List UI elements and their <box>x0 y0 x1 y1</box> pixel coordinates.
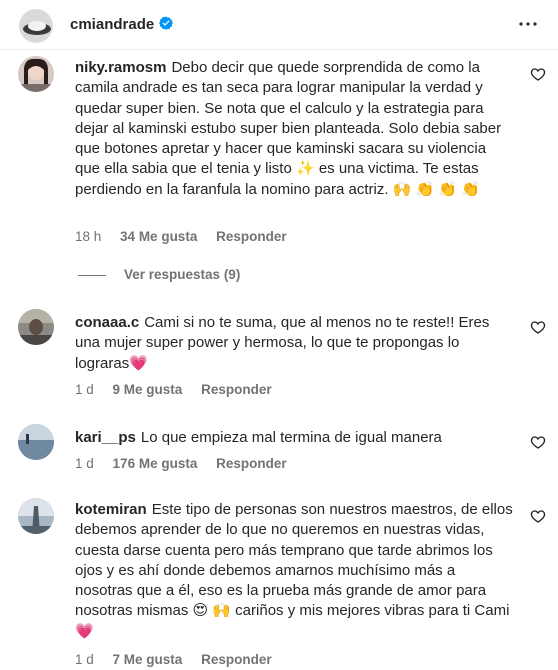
comment-body: Este tipo de personas son nuestros maest… <box>75 501 513 640</box>
comment-time: 18 h <box>75 229 102 244</box>
reply-button[interactable]: Responder <box>201 382 272 397</box>
comment-body: Debo decir que quede sorprendida de como… <box>75 59 502 198</box>
replies-divider <box>78 275 106 276</box>
comment-username[interactable]: kari__ps <box>75 429 136 446</box>
comment-likes[interactable]: 9 Me gusta <box>113 382 183 397</box>
commenter-avatar[interactable] <box>18 309 54 345</box>
comment-meta: 1 d 176 Me gusta Responder <box>75 456 302 471</box>
reply-button[interactable]: Responder <box>216 229 287 244</box>
reply-button[interactable]: Responder <box>201 652 272 667</box>
comment-text: conaaa.c Cami si no te suma, que al menos… <box>75 313 515 374</box>
comment-time: 1 d <box>75 652 94 667</box>
heart-outline-icon[interactable] <box>530 66 546 82</box>
more-options-icon[interactable] <box>516 12 540 36</box>
heart-outline-icon[interactable] <box>530 508 546 524</box>
comment-time: 1 d <box>75 456 94 471</box>
comment-meta: 1 d 9 Me gusta Responder <box>75 382 287 397</box>
comment-text: kotemiran Este tipo de personas son nuest… <box>75 500 515 642</box>
author-avatar[interactable] <box>19 9 53 43</box>
commenter-avatar[interactable] <box>18 498 54 534</box>
comment-likes[interactable]: 176 Me gusta <box>113 456 198 471</box>
comment-meta: 18 h 34 Me gusta Responder <box>75 229 302 244</box>
comment-username[interactable]: conaaa.c <box>75 314 139 331</box>
heart-outline-icon[interactable] <box>530 319 546 335</box>
comment-meta: 1 d 7 Me gusta Responder <box>75 652 287 667</box>
comment-body: Lo que empieza mal termina de igual mane… <box>140 429 442 446</box>
comment-text: kari__ps Lo que empieza mal termina de ig… <box>75 428 515 448</box>
post-header: cmiandrade <box>0 0 558 50</box>
commenter-avatar[interactable] <box>18 56 54 92</box>
commenter-avatar[interactable] <box>18 424 54 460</box>
comment-time: 1 d <box>75 382 94 397</box>
comment-username[interactable]: niky.ramosm <box>75 59 166 76</box>
comment-likes[interactable]: 34 Me gusta <box>120 229 197 244</box>
view-replies-label: Ver respuestas (9) <box>124 267 241 282</box>
reply-button[interactable]: Responder <box>216 456 287 471</box>
comment-likes[interactable]: 7 Me gusta <box>113 652 183 667</box>
author-username[interactable]: cmiandrade <box>70 16 154 33</box>
comment-text: niky.ramosm Debo decir que quede sorprend… <box>75 58 515 200</box>
comment-username[interactable]: kotemiran <box>75 501 147 518</box>
verified-badge-icon <box>159 16 173 30</box>
heart-outline-icon[interactable] <box>530 434 546 450</box>
